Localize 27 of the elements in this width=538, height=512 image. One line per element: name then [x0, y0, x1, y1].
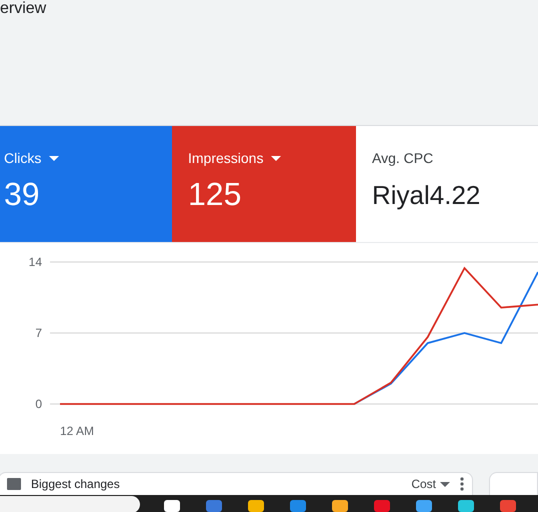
metric-label: Clicks: [4, 150, 42, 166]
metric-label: Impressions: [188, 150, 264, 166]
caret-icon: [271, 156, 282, 160]
app-icon[interactable]: [246, 498, 266, 512]
metric-tab[interactable]: Impressions 125: [172, 126, 356, 242]
axis-label: 12 AM: [60, 424, 94, 438]
metric-value: Riyal4.22: [372, 180, 480, 211]
cost-dropdown[interactable]: Cost: [411, 477, 450, 491]
card-background: [489, 472, 538, 495]
table-icon: [7, 478, 21, 490]
metric-tab[interactable]: Clicks 39: [0, 126, 172, 242]
metric-value: 39: [4, 176, 40, 213]
metric-value: 125: [188, 176, 242, 213]
axis-label: 0: [35, 397, 42, 411]
search-field[interactable]: [0, 496, 140, 512]
card-title: Biggest changes: [31, 477, 121, 491]
more-icon[interactable]: [460, 477, 464, 491]
caret-icon: [440, 482, 450, 486]
axis-label: 14: [28, 255, 42, 269]
app-icon[interactable]: [414, 498, 434, 512]
app-icon[interactable]: [162, 498, 182, 512]
metric-label: Avg. CPC: [372, 150, 434, 166]
app-icon[interactable]: [456, 498, 476, 512]
axis-label: 7: [35, 326, 42, 340]
caret-icon: [49, 156, 60, 160]
page-title: erview: [0, 0, 46, 18]
app-icon[interactable]: [330, 498, 350, 512]
